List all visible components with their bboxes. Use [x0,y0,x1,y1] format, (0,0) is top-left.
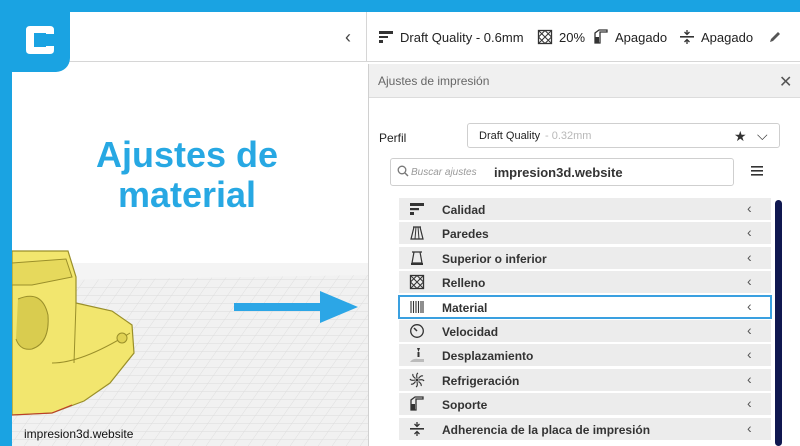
category-support[interactable]: Soporte ‹ [399,393,771,416]
category-label: Refrigeración [442,373,520,388]
category-top-bottom[interactable]: Superior o inferior ‹ [399,246,771,269]
chevron-down-icon: ⌵ [757,127,768,143]
category-label: Superior o inferior [442,251,547,266]
chevron-left-icon: ‹ [747,321,752,338]
category-infill[interactable]: Relleno ‹ [399,271,771,294]
chevron-left-icon: ‹ [747,370,752,387]
profile-dropdown[interactable]: Draft Quality - 0.32mm ★ ⌵ [467,123,780,148]
search-watermark: impresion3d.website [494,165,623,180]
category-label: Paredes [442,227,489,242]
collapse-button[interactable]: ‹ [338,26,358,48]
travel-icon [410,348,424,363]
chevron-left-icon: ‹ [747,419,752,436]
category-label: Soporte [442,398,488,413]
category-material[interactable]: Material ‹ [398,294,772,319]
menu-icon[interactable] [750,165,764,177]
adhesion-icon [680,30,694,44]
chevron-left-icon: ‹ [747,248,752,265]
star-icon[interactable]: ★ [734,128,747,145]
overlay-heading: Ajustes de material [62,135,312,215]
quality-summary-text: Draft Quality - 0.6mm [400,29,524,45]
panel-title: Ajustes de impresión [378,74,490,88]
category-adhesion[interactable]: Adherencia de la placa de impresión ‹ [399,417,771,440]
infill-summary-text: 20% [559,29,586,45]
category-quality[interactable]: Calidad ‹ [399,198,771,220]
build-plate-scene [12,250,368,446]
edit-button[interactable] [768,26,788,48]
overlay-heading-line2: material [117,174,257,215]
category-label: Adherencia de la placa de impresión [442,422,651,437]
app-window: ‹ Draft Quality - 0.6mm 20% Apagado Apag… [12,12,800,446]
quality-icon [410,203,424,215]
support-summary[interactable]: Apagado [593,26,667,48]
category-label: Velocidad [442,324,499,339]
overlay-heading-line1: Ajustes de [95,134,279,175]
category-label: Calidad [442,203,486,217]
chevron-left-icon: ‹ [747,200,752,216]
settings-category-list: Calidad ‹ Paredes ‹ Superior o inferior … [398,198,772,442]
category-label: Desplazamiento [442,349,534,364]
quality-summary[interactable]: Draft Quality - 0.6mm [378,26,524,48]
top-toolbar: ‹ Draft Quality - 0.6mm 20% Apagado Apag… [12,12,800,62]
profile-layer-height: - 0.32mm [545,130,592,142]
search-input[interactable] [411,162,501,182]
close-icon[interactable]: ✕ [779,72,792,92]
pencil-icon [770,32,780,42]
chevron-left-icon: ‹ [747,224,752,241]
chevron-left-icon: ‹ [747,346,752,363]
quality-icon [379,31,393,43]
settings-scrollbar[interactable] [775,200,782,446]
walls-icon [410,226,424,240]
profile-name: Draft Quality [479,130,541,142]
category-walls[interactable]: Paredes ‹ [399,222,771,245]
category-cooling[interactable]: Refrigeración ‹ [399,368,771,391]
adhesion-summary[interactable]: Apagado [679,26,753,48]
search-box: impresion3d.website [390,158,734,186]
adhesion-summary-text: Apagado [701,29,754,45]
support-icon [594,29,608,44]
support-icon [410,396,424,411]
category-travel[interactable]: Desplazamiento ‹ [399,344,771,367]
profile-label: Perfil [379,131,407,145]
category-speed[interactable]: Velocidad ‹ [399,319,771,342]
support-summary-text: Apagado [615,29,668,45]
viewport-watermark: impresion3d.website [24,427,134,441]
material-icon [410,300,424,313]
infill-icon [537,29,553,45]
print-settings-panel: Ajustes de impresión ✕ Perfil Draft Qual… [368,64,800,446]
adhesion-icon [410,421,424,436]
cooling-icon [409,372,425,388]
search-icon [397,165,409,177]
panel-header: Ajustes de impresión ✕ [369,64,800,98]
chevron-left-icon: ‹ [747,273,752,290]
viewport-3d[interactable]: Ajustes de material impresion3d.website [12,63,368,446]
chevron-left-icon: ‹ [747,395,752,412]
chevron-left-icon: ‹ [747,297,752,314]
cura-logo-icon [26,26,54,54]
category-label: Relleno [442,276,486,291]
infill-summary[interactable]: 20% [537,26,585,48]
top-bottom-icon [411,251,423,265]
cura-logo [12,12,70,72]
speed-icon [410,324,424,338]
infill-icon [409,275,425,290]
category-label: Material [442,300,488,315]
toolbar-divider [366,12,367,62]
